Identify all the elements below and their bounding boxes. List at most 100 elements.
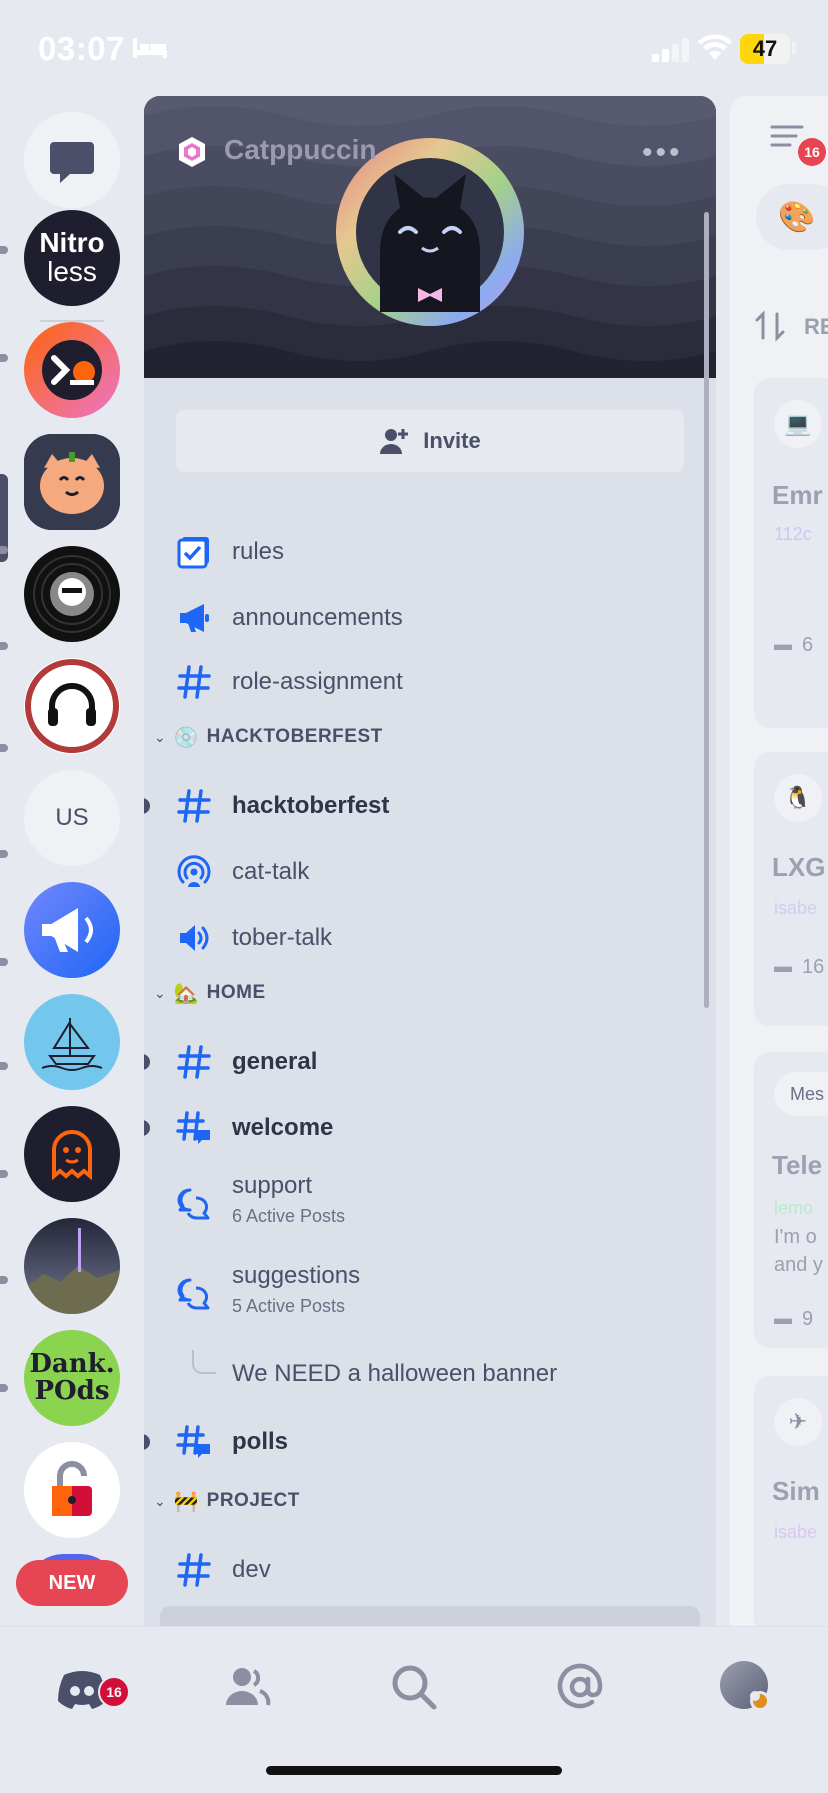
forum-card[interactable]: ✈ Sim isabe bbox=[754, 1376, 828, 1626]
category-hacktoberfest[interactable]: ⌄ 💿 HACKTOBERFEST bbox=[154, 722, 383, 752]
unread-pill bbox=[0, 958, 8, 966]
status-idle-icon bbox=[750, 1691, 770, 1711]
channel-label: hacktoberfest bbox=[232, 792, 390, 819]
server-icon-nitroless[interactable]: Nitro less bbox=[24, 210, 120, 306]
ghost-icon bbox=[52, 1130, 92, 1181]
palette-icon: 🎨 bbox=[778, 201, 816, 234]
server-icon-ship-sketch[interactable] bbox=[24, 994, 120, 1090]
forum-card[interactable]: Mes Tele lemo I'm o and y ▬ 9 bbox=[754, 1052, 828, 1348]
idle-moon-cut bbox=[750, 1691, 760, 1701]
peek-badge: 16 bbox=[798, 138, 826, 166]
channel-suggestions[interactable]: suggestions 5 Active Posts bbox=[144, 1256, 716, 1336]
channel-label: cat-talk bbox=[232, 858, 310, 885]
forum-icon bbox=[177, 1278, 210, 1310]
forum-tag-label: Mes bbox=[790, 1084, 825, 1104]
unread-pill bbox=[0, 1384, 8, 1392]
channel-polls[interactable]: polls bbox=[144, 1414, 716, 1470]
server-name[interactable]: Catppuccin bbox=[224, 134, 376, 166]
server-icon-ghost[interactable] bbox=[24, 1106, 120, 1202]
hash-thread-icon bbox=[176, 1425, 210, 1458]
server-icon-padlock[interactable] bbox=[24, 1442, 120, 1538]
server-more-icon[interactable]: ••• bbox=[642, 138, 683, 168]
wifi-icon bbox=[698, 34, 732, 60]
unread-pill bbox=[0, 1062, 8, 1070]
channel-label: role-assignment bbox=[232, 668, 403, 695]
rules-checkbox-icon bbox=[177, 537, 209, 569]
terminal-pumpkin-icon bbox=[42, 340, 102, 400]
cellular-signal-icon bbox=[652, 38, 689, 62]
friends-icon[interactable] bbox=[216, 1657, 276, 1717]
channel-cat-talk[interactable]: cat-talk bbox=[144, 844, 716, 900]
channel-role-assignment[interactable]: role-assignment bbox=[144, 654, 716, 710]
channel-active-posts: 5 Active Posts bbox=[232, 1296, 346, 1316]
channel-welcome[interactable]: welcome bbox=[144, 1100, 716, 1156]
category-label: HACKTOBERFEST bbox=[206, 726, 383, 747]
server-icon-us[interactable]: US bbox=[24, 770, 120, 866]
forum-card[interactable]: 🐧 LXG isabe ▬ 16 bbox=[754, 752, 828, 1026]
channel-announcements[interactable]: announcements bbox=[144, 590, 716, 646]
new-servers-badge[interactable]: NEW bbox=[16, 1560, 128, 1606]
channel-general[interactable]: general bbox=[144, 1034, 716, 1090]
thread-halloween-banner[interactable]: We NEED a halloween banner bbox=[144, 1346, 716, 1402]
channel-label: support bbox=[232, 1172, 313, 1199]
server-icon-dank-pods[interactable]: Dank. POds bbox=[24, 1330, 120, 1426]
chevron-down-icon: ⌄ bbox=[154, 1492, 166, 1509]
server-icon-vinyl-record[interactable] bbox=[24, 546, 120, 642]
penguin-icon: 🐧 bbox=[774, 774, 822, 822]
category-emoji: 🏡 bbox=[173, 982, 199, 1005]
channel-label: polls bbox=[232, 1428, 289, 1455]
server-icon-megaphone[interactable] bbox=[24, 882, 120, 978]
server-icon-headphones[interactable] bbox=[24, 658, 120, 754]
channel-support[interactable]: support 6 Active Posts bbox=[144, 1166, 716, 1246]
hash-icon bbox=[177, 665, 211, 699]
hash-icon bbox=[177, 789, 211, 823]
forum-card-author: isabe bbox=[774, 1522, 818, 1542]
forum-card-author: 112c bbox=[774, 524, 812, 544]
unread-pill bbox=[0, 1276, 8, 1284]
laptop-icon: 💻 bbox=[774, 400, 822, 448]
server-icon-pumpkin-cat[interactable] bbox=[24, 434, 120, 530]
vinyl-record-icon bbox=[26, 548, 118, 640]
channel-label: welcome bbox=[232, 1114, 334, 1141]
invite-button[interactable]: Invite bbox=[176, 410, 684, 472]
server-us-label: US bbox=[55, 804, 89, 831]
chevron-down-icon: ⌄ bbox=[154, 728, 166, 745]
unread-indicator bbox=[144, 798, 150, 814]
forum-card-count: 6 bbox=[802, 634, 814, 656]
battery-tip bbox=[792, 42, 796, 54]
forum-card-title: LXG bbox=[772, 852, 826, 882]
mentions-icon[interactable] bbox=[550, 1657, 610, 1717]
forum-tag: Mes bbox=[774, 1072, 828, 1116]
channel-rules[interactable]: rules bbox=[144, 524, 716, 580]
profile-avatar[interactable] bbox=[720, 1661, 770, 1711]
channel-panel: Catppuccin ••• Invite rules announcement… bbox=[144, 96, 716, 1626]
channel-tober-talk[interactable]: tober-talk bbox=[144, 910, 716, 966]
unread-indicator bbox=[144, 1434, 150, 1450]
hash-thread-icon bbox=[176, 1111, 210, 1144]
channel-dev[interactable]: dev bbox=[144, 1542, 716, 1598]
speaker-icon bbox=[180, 925, 209, 951]
forum-peek-panel[interactable]: 16 🎨 RE 💻 Emr 112c ▬ 6 🐧 LXG isabe ▬ 16 … bbox=[730, 96, 828, 1626]
category-label: HOME bbox=[206, 982, 266, 1003]
direct-messages-button[interactable] bbox=[24, 112, 120, 208]
server-icon-night-landscape[interactable] bbox=[24, 1218, 120, 1314]
forum-card[interactable]: 💻 Emr 112c ▬ 6 bbox=[754, 378, 828, 728]
home-indicator[interactable] bbox=[266, 1766, 562, 1775]
server-icon-halloween-terminal[interactable] bbox=[24, 322, 120, 418]
channel-hacktoberfest[interactable]: hacktoberfest bbox=[144, 778, 716, 834]
channel-label: general bbox=[232, 1048, 318, 1075]
category-home[interactable]: ⌄ 🏡 HOME bbox=[154, 978, 266, 1008]
channel-label: suggestions bbox=[232, 1262, 361, 1289]
hash-icon bbox=[177, 1045, 211, 1079]
category-project[interactable]: ⌄ 🚧 PROJECT bbox=[154, 1486, 300, 1516]
hash-icon bbox=[177, 1553, 211, 1587]
unread-indicator bbox=[144, 1054, 150, 1070]
search-icon[interactable] bbox=[384, 1657, 444, 1717]
palette-chip[interactable]: 🎨 bbox=[756, 184, 828, 250]
comment-icon: ▬ bbox=[774, 1308, 792, 1328]
category-label: PROJECT bbox=[206, 1490, 300, 1511]
invite-label: Invite bbox=[423, 428, 481, 453]
unread-pill bbox=[0, 354, 8, 362]
megaphone-icon bbox=[42, 908, 93, 952]
server-banner[interactable]: Catppuccin ••• bbox=[144, 96, 716, 378]
